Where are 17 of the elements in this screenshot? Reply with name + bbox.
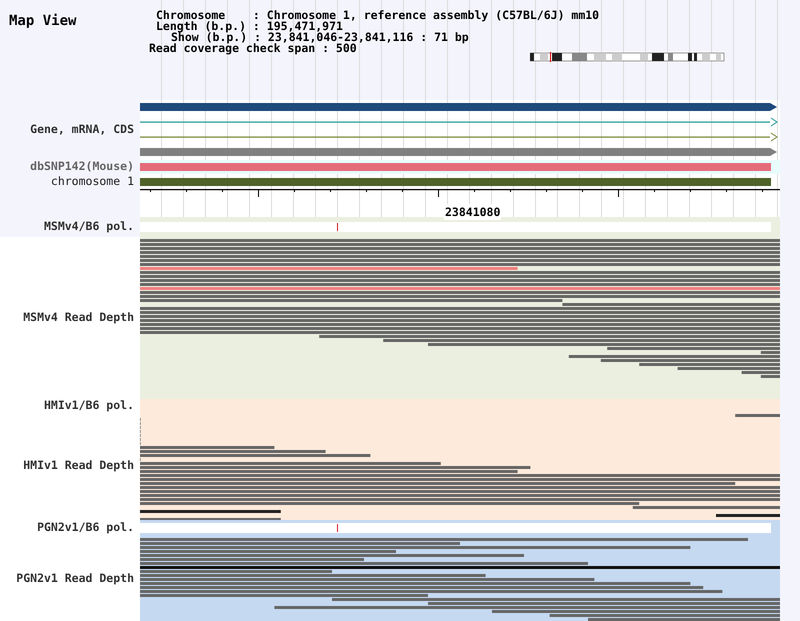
depth-track-label: MSMv4 Read Depth — [23, 312, 134, 324]
depth-track-label: PGN2v1 Read Depth — [16, 572, 134, 584]
track-label: Gene, mRNA, CDS — [30, 124, 134, 136]
depth-track-label: HMIv1 Read Depth — [23, 460, 134, 472]
ruler-label: 23841080 — [444, 204, 502, 220]
info-line: Show (b.p.) : 23,841,046-23,841,116 : 71 bp — [171, 32, 470, 43]
track-label: dbSNP142(Mouse) — [30, 161, 134, 173]
pol-track-label: MSMv4/B6 pol. — [44, 221, 134, 233]
track-label: chromosome 1 — [50, 176, 134, 188]
variant-mark — [337, 524, 338, 532]
pol-track-label: PGN2v1/B6 pol. — [37, 522, 134, 534]
variant-mark — [337, 223, 338, 231]
info-line: Chromosome : Chromosome 1, reference assembly (C57BL/6J) mm10 — [155, 10, 600, 21]
map-view-title: Map View — [9, 13, 76, 29]
info-line: Read coverage check span : 500 — [149, 43, 357, 54]
info-line: Length (b.p.) : 195,471,971 — [155, 21, 343, 32]
pol-track-label: HMIv1/B6 pol. — [44, 400, 134, 412]
